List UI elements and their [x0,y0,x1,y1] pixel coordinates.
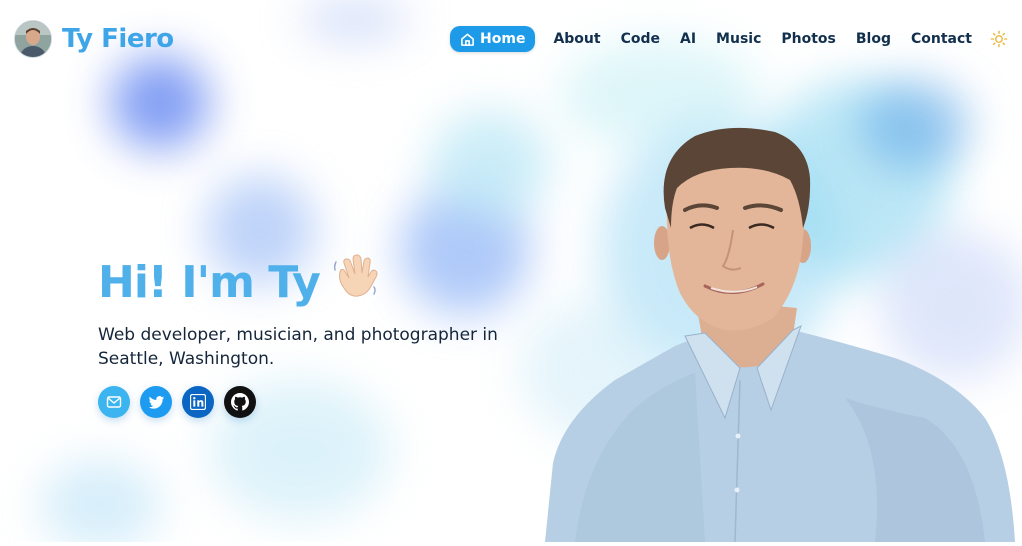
linkedin-icon [190,394,206,410]
nav-contact-link[interactable]: Contact [905,25,978,53]
twitter-icon [148,395,164,409]
theme-toggle-button[interactable] [990,30,1008,48]
sun-icon [990,30,1008,48]
hero-title-text: Hi! I'm Ty [98,256,321,308]
hero-subtitle: Web developer, musician, and photographe… [98,325,498,369]
brand-link[interactable]: Ty Fiero [14,20,174,58]
nav-about-link[interactable]: About [547,25,606,53]
nav-home-label: Home [480,31,526,47]
social-links [98,386,528,418]
github-button[interactable] [224,386,256,418]
nav-code-link[interactable]: Code [615,25,666,53]
site-name: Ty Fiero [62,24,174,54]
waving-hand-icon [330,250,380,315]
avatar [14,20,52,58]
home-icon [460,32,475,47]
nav-blog-link[interactable]: Blog [850,25,897,53]
main-nav: Home About Code AI Music Photos Blog Con… [450,25,1008,53]
email-button[interactable] [98,386,130,418]
hero-title: Hi! I'm Ty [98,250,528,315]
nav-music-link[interactable]: Music [710,25,767,53]
hero-section: Hi! I'm Ty Web developer, musician, and … [98,250,528,418]
github-icon [231,393,249,411]
twitter-button[interactable] [140,386,172,418]
nav-photos-link[interactable]: Photos [775,25,842,53]
nav-home-link[interactable]: Home [450,26,536,52]
site-header: Ty Fiero Home About Code AI Music Photos… [0,0,1022,78]
email-icon [106,396,122,408]
linkedin-button[interactable] [182,386,214,418]
nav-ai-link[interactable]: AI [674,25,702,53]
portrait-photo [545,118,1022,546]
